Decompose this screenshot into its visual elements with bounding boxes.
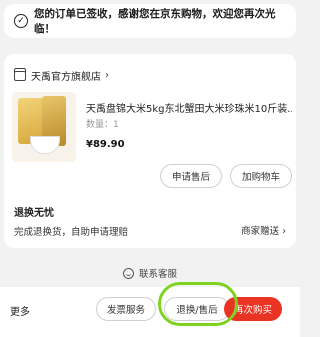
hassle-free-desc: 完成退换货，自助申请理赔 — [14, 227, 129, 238]
store-link[interactable]: 天禹官方旗舰店 › — [14, 67, 109, 83]
merchant-gift-link[interactable]: 商家赠送 › — [241, 223, 286, 237]
check-circle-icon: ✓ — [14, 14, 28, 28]
return-after-sale-button[interactable]: 退换/售后 — [164, 297, 230, 321]
order-card: 天禹官方旗舰店 › 天禹盘锦大米5kg东北蟹田大米珍珠米10斤装... 数量：1… — [4, 54, 296, 248]
merchant-gift-label: 商家赠送 — [241, 226, 280, 237]
store-name: 天禹官方旗舰店 — [31, 72, 101, 83]
bottom-action-bar: 更多 发票服务 退换/售后 再次购买 — [0, 287, 300, 337]
apply-after-sale-button[interactable]: 申请售后 — [160, 164, 222, 188]
product-image[interactable] — [12, 92, 76, 162]
chevron-right-icon: › — [105, 70, 109, 81]
customer-service-icon — [122, 267, 134, 279]
rice-bowl-graphic — [30, 136, 60, 154]
order-status-message: 您的订单已签收，感谢您在京东购物，欢迎您再次光临！ — [33, 8, 276, 35]
buy-again-button[interactable]: 再次购买 — [224, 297, 282, 321]
add-to-cart-button[interactable]: 加购物车 — [230, 164, 292, 188]
more-button[interactable]: 更多 — [10, 303, 30, 318]
contact-service-label: 联系客服 — [138, 269, 177, 280]
contact-service-link[interactable]: 联系客服 — [0, 266, 300, 280]
store-icon — [14, 67, 26, 81]
hassle-free-title: 退换无忧 — [14, 208, 54, 219]
product-quantity: 数量：1 — [86, 120, 119, 130]
chevron-right-icon: › — [282, 226, 286, 237]
product-title[interactable]: 天禹盘锦大米5kg东北蟹田大米珍珠米10斤装... — [86, 100, 292, 115]
product-price: ¥89.90 — [86, 139, 125, 150]
order-status-banner: ✓ 您的订单已签收，感谢您在京东购物，欢迎您再次光临！ — [4, 4, 296, 38]
invoice-service-button[interactable]: 发票服务 — [96, 297, 156, 321]
